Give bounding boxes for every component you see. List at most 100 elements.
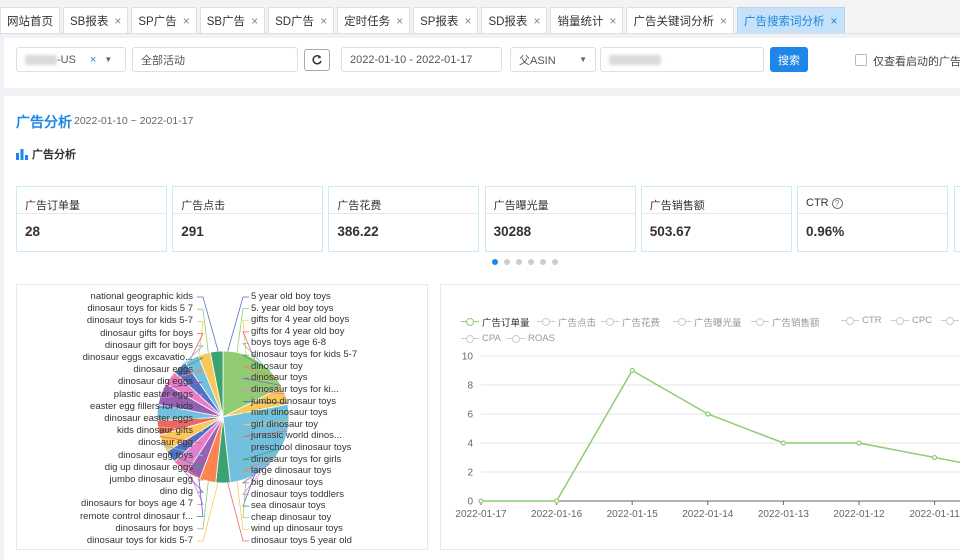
carousel-dot-0[interactable] [492, 259, 498, 265]
data-point-2[interactable] [629, 367, 635, 374]
tab-label: 广告搜索词分析 [743, 15, 825, 28]
pie-label: dinosaur toys for kids 5 7 [87, 303, 193, 315]
pie-label: preschool dinosaur toys [251, 442, 352, 454]
data-point-4[interactable] [780, 440, 786, 446]
pie-label: jurassic world dinos... [251, 430, 342, 442]
pie-label: wind up dinosaur toys [251, 523, 343, 535]
refresh-icon [312, 55, 322, 65]
series-line-0 [481, 369, 960, 502]
tab-label: SD广告 [275, 15, 315, 28]
carousel-dot-5[interactable] [552, 259, 558, 265]
pie-label: remote control dinosaur f... [80, 510, 193, 522]
kpi-card-2: 广告花费 386.22 [328, 186, 480, 252]
tab-6[interactable]: SP报表 × [413, 7, 479, 33]
pie-label: dinosaur eggs [133, 364, 193, 376]
pie-label: dig up dinosaur eggs [104, 461, 193, 473]
close-icon[interactable]: × [251, 14, 258, 28]
analysis-panel: 广告分析 2022-01-10 ~ 2022-01-17 广告分析 广告订单量 2… [4, 96, 960, 560]
tab-0[interactable]: 网站首页 [0, 7, 60, 33]
pie-label: dinosaur dig eggs [118, 376, 193, 388]
close-icon[interactable]: × [609, 14, 616, 28]
campaign-select[interactable]: 全部活动 [132, 47, 298, 72]
tab-1[interactable]: SB报表 × [63, 7, 129, 33]
close-icon[interactable]: × [396, 14, 403, 28]
filter-bar: -US × ▼ 全部活动 2022-01-10 - 2022-01-17 父AS… [4, 38, 960, 88]
y-tick-label: 6 [467, 410, 473, 421]
x-tick-label: 2022-01-13 [758, 509, 810, 520]
pie-label: dinosaur toys for ki... [251, 383, 339, 395]
refresh-button[interactable] [304, 49, 330, 71]
date-range-picker[interactable]: 2022-01-10 - 2022-01-17 [341, 47, 502, 72]
asin-value-redacted [609, 54, 661, 65]
close-icon[interactable]: × [720, 14, 727, 28]
page-title: 广告分析 [16, 114, 72, 130]
kpi-card-1: 广告点击 291 [172, 186, 324, 252]
pie-label: jumbo dinosaur toys [251, 395, 337, 407]
data-point-0[interactable] [478, 498, 484, 504]
close-icon[interactable]: × [533, 14, 540, 28]
store-name-redacted [25, 54, 57, 65]
tab-9[interactable]: 广告关键词分析 × [626, 7, 734, 33]
close-icon[interactable]: × [320, 14, 327, 28]
data-point-3[interactable] [705, 411, 711, 417]
data-point-6[interactable] [932, 454, 938, 461]
tab-bar: 网站首页 SB报表 × SP广告 × SB广告 × SD广告 × 定时任务 × SP报表 × SD报表 × 销… [0, 0, 960, 34]
tab-10[interactable]: 广告搜索词分析 × [736, 7, 845, 33]
asin-input[interactable] [600, 47, 764, 72]
tab-label: SP报表 [420, 15, 459, 28]
carousel-dot-1[interactable] [504, 259, 510, 265]
carousel-dot-4[interactable] [540, 259, 546, 265]
close-icon[interactable]: × [183, 14, 190, 28]
close-icon[interactable]: × [114, 14, 121, 28]
line-chart-panel: 广告订单量广告点击广告花费广告曝光量广告销售额CTRCPCCVRCPAROAS … [440, 284, 960, 550]
kpi-label: 广告曝光量 [493, 200, 549, 212]
line-chart: 0 2 4 6 8 10 2022-01-17 2022-01-16 2022-01-15 202… [455, 352, 960, 520]
x-tick-label: 2022-01-17 [455, 509, 507, 520]
kpi-divider [485, 213, 635, 214]
tab-7[interactable]: SD报表 × [481, 7, 548, 33]
pie-label: dinosaur easter eggs [104, 413, 193, 424]
pie-label: jumbo dinosaur egg [109, 474, 193, 485]
help-icon[interactable]: ? [831, 197, 843, 209]
pie-label: dinosaur toy [251, 360, 303, 372]
pie-label: national geographic kids [90, 291, 193, 302]
data-point-1[interactable] [553, 498, 560, 504]
only-active-checkbox[interactable] [855, 54, 867, 66]
pie-chart-panel: national geographic kids dinosaur toys fo… [16, 284, 428, 550]
search-button[interactable]: 搜索 [770, 47, 808, 72]
carousel-dot-2[interactable] [516, 259, 522, 265]
store-select[interactable]: -US × ▼ [16, 47, 126, 72]
kpi-value: 30288 [493, 224, 532, 239]
pie-label: dinosaur toys for kids 5-7 [86, 315, 193, 327]
kpi-label: 广告花费 [337, 200, 382, 212]
pie-label: easter egg fillers for kids [90, 400, 193, 412]
kpi-value: 291 [181, 224, 204, 239]
caret-down-icon: ▼ [104, 55, 113, 64]
kpi-label: 广告点击 [181, 200, 226, 212]
kpi-card-5: CTR? 0.96% [797, 186, 948, 252]
tab-4[interactable]: SD广告 × [268, 7, 335, 33]
kpi-card-3: 广告曝光量 30288 [484, 186, 636, 252]
clear-icon[interactable]: × [90, 54, 96, 66]
kpi-card-0: 广告订单量 28 [16, 186, 167, 252]
close-icon[interactable]: × [464, 14, 471, 28]
pie-label: sea dinosaur toys [251, 500, 326, 512]
store-suffix: -US [57, 53, 76, 66]
tab-8[interactable]: 销量统计 × [550, 7, 624, 33]
x-tick-label: 2022-01-11 [909, 509, 960, 520]
tab-5[interactable]: 定时任务 × [337, 7, 411, 33]
pie-label: dinosaur toys for kids 5-7 [251, 349, 358, 361]
tab-2[interactable]: SP广告 × [131, 7, 197, 33]
close-icon[interactable]: × [830, 14, 837, 28]
data-point-5[interactable] [856, 440, 862, 446]
asin-type-select[interactable]: 父ASIN ▼ [510, 47, 596, 72]
page-date-range: 2022-01-10 ~ 2022-01-17 [74, 115, 194, 127]
carousel-dot-3[interactable] [528, 259, 534, 265]
tab-3[interactable]: SB广告 × [199, 7, 266, 33]
tab-label: SP广告 [138, 15, 177, 28]
tab-label: 定时任务 [344, 15, 391, 28]
kpi-label: 广告订单量 [25, 200, 80, 212]
kpi-divider [173, 213, 323, 214]
kpi-divider [798, 213, 947, 214]
bar-chart-icon [16, 148, 28, 160]
